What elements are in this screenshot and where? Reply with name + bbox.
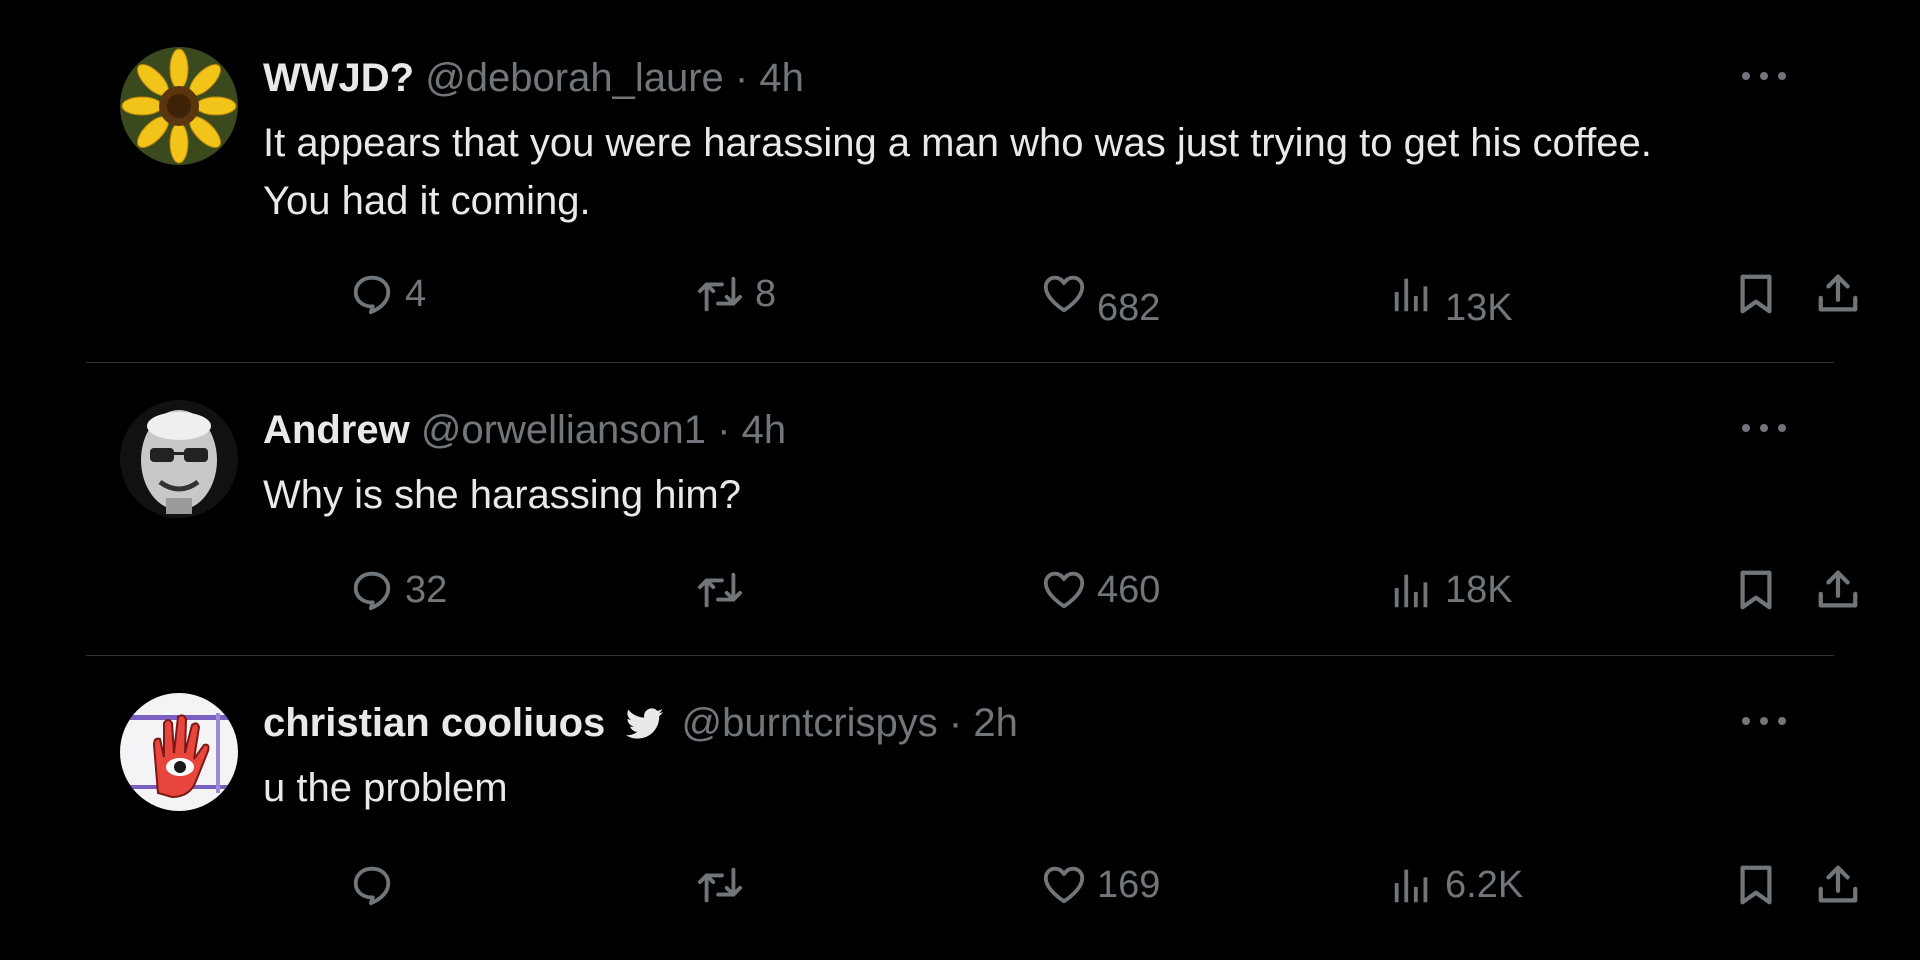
action-bar: 4 8 682 13K <box>263 264 1858 329</box>
like-count: 682 <box>1097 286 1161 329</box>
reply-button[interactable] <box>349 855 405 915</box>
share-icon <box>1818 865 1858 903</box>
reply-count: 4 <box>405 272 427 315</box>
face-avatar[interactable] <box>120 400 238 518</box>
repost-icon <box>697 276 743 312</box>
views-button[interactable]: 13K <box>1389 264 1513 329</box>
separator-dot: · <box>948 701 963 745</box>
tweet[interactable]: Andrew @orwellianson1 · 4h Why is she ha… <box>86 362 1858 656</box>
repost-button[interactable]: 8 <box>695 264 776 324</box>
view-count: 13K <box>1445 286 1513 329</box>
separator-dot: · <box>717 408 731 452</box>
repost-button[interactable] <box>695 560 755 620</box>
sunflower-avatar[interactable] <box>120 47 238 165</box>
reply-button[interactable]: 4 <box>349 264 426 324</box>
tweet[interactable]: christian cooliuos @burntcrispys · 2h u … <box>86 655 1858 960</box>
timestamp[interactable]: 4h <box>742 408 787 452</box>
heart-icon <box>1043 571 1085 609</box>
bookmark-button[interactable] <box>1733 560 1779 620</box>
reply-icon <box>353 571 391 611</box>
tweet-text: Why is she harassing him? <box>263 473 741 517</box>
views-button[interactable]: 6.2K <box>1389 855 1523 915</box>
display-name[interactable]: WWJD? <box>263 56 414 100</box>
tweet[interactable]: WWJD? @deborah_laure · 4h It appears tha… <box>86 0 1858 363</box>
like-count: 169 <box>1097 863 1161 906</box>
views-button[interactable]: 18K <box>1389 560 1513 620</box>
share-icon <box>1818 274 1858 312</box>
timestamp[interactable]: 2h <box>973 701 1018 745</box>
like-button[interactable]: 682 <box>1041 264 1160 329</box>
tweet-text: It appears that you were harassing a man… <box>263 121 1652 223</box>
tweet-header: WWJD? @deborah_laure · 4h <box>263 54 804 102</box>
bookmark-icon <box>1740 865 1772 905</box>
share-button[interactable] <box>1815 264 1861 324</box>
action-bar: 169 6.2K <box>263 855 1858 915</box>
share-icon <box>1818 570 1858 608</box>
repost-icon <box>697 572 743 608</box>
like-button[interactable]: 460 <box>1041 560 1160 620</box>
separator-dot: · <box>734 56 749 100</box>
tweet-header: christian cooliuos @burntcrispys · 2h <box>263 699 1018 751</box>
more-options-button[interactable] <box>1742 420 1786 436</box>
user-handle[interactable]: @burntcrispys <box>682 701 938 745</box>
timestamp[interactable]: 4h <box>759 56 804 100</box>
repost-icon <box>697 867 743 903</box>
display-name[interactable]: christian cooliuos <box>263 701 605 745</box>
heart-icon <box>1043 275 1085 313</box>
views-chart-icon <box>1394 278 1428 312</box>
user-handle[interactable]: @orwellianson1 <box>421 408 706 452</box>
bookmark-icon <box>1740 570 1772 610</box>
tweet-text: u the problem <box>263 766 508 810</box>
reply-button[interactable]: 32 <box>349 560 447 620</box>
reply-feed: WWJD? @deborah_laure · 4h It appears tha… <box>86 0 1858 960</box>
bookmark-button[interactable] <box>1733 264 1779 324</box>
share-button[interactable] <box>1815 855 1861 915</box>
view-count: 18K <box>1445 568 1513 611</box>
repost-count: 8 <box>755 272 777 315</box>
views-chart-icon <box>1394 574 1428 608</box>
reply-icon <box>353 866 391 906</box>
more-options-button[interactable] <box>1742 68 1786 84</box>
bookmark-button[interactable] <box>1733 855 1779 915</box>
user-handle[interactable]: @deborah_laure <box>425 56 724 100</box>
more-options-button[interactable] <box>1742 713 1786 729</box>
bird-icon <box>626 703 664 751</box>
reply-count: 32 <box>405 568 448 611</box>
repost-button[interactable] <box>695 855 755 915</box>
views-chart-icon <box>1394 869 1428 903</box>
like-count: 460 <box>1097 568 1161 611</box>
hand-eye-avatar[interactable] <box>120 693 238 811</box>
view-count: 6.2K <box>1445 863 1524 906</box>
tweet-header: Andrew @orwellianson1 · 4h <box>263 406 786 454</box>
share-button[interactable] <box>1815 560 1861 620</box>
bookmark-icon <box>1740 274 1772 314</box>
display-name[interactable]: Andrew <box>263 408 410 452</box>
heart-icon <box>1043 866 1085 904</box>
action-bar: 32 460 18K <box>263 560 1858 620</box>
reply-icon <box>353 275 391 315</box>
like-button[interactable]: 169 <box>1041 855 1160 915</box>
